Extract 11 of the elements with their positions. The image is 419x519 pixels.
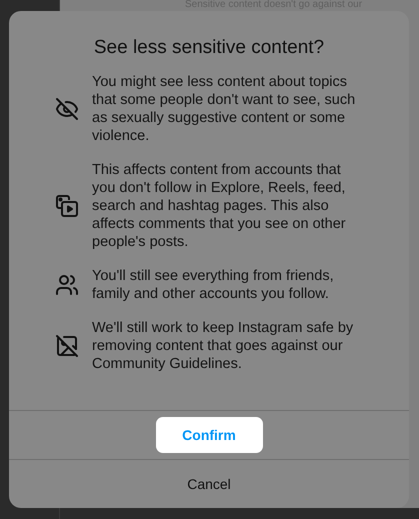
image-off-icon [55, 334, 79, 358]
people-icon [55, 273, 79, 297]
eye-off-icon [55, 97, 79, 121]
media-icon [55, 194, 79, 218]
info-text: You might see less content about topics that some people don't want to see, such as sexually suggestive content or some violence. [92, 73, 356, 145]
info-text: This affects content from accounts that you don't follow in Explore, Reels, feed, search and hashtag pages. This also affects comments that you see on other people's posts. [92, 161, 347, 251]
confirm-button[interactable]: Confirm [156, 417, 262, 453]
cancel-button[interactable]: Cancel [181, 475, 237, 493]
dialog-title: See less sensitive content? [92, 37, 326, 59]
info-text: We'll still work to keep Instagram safe by removing content that goes against our Community Guidelines. [92, 319, 354, 373]
info-text: You'll still see everything from friends, family and other accounts you follow. [92, 267, 335, 303]
